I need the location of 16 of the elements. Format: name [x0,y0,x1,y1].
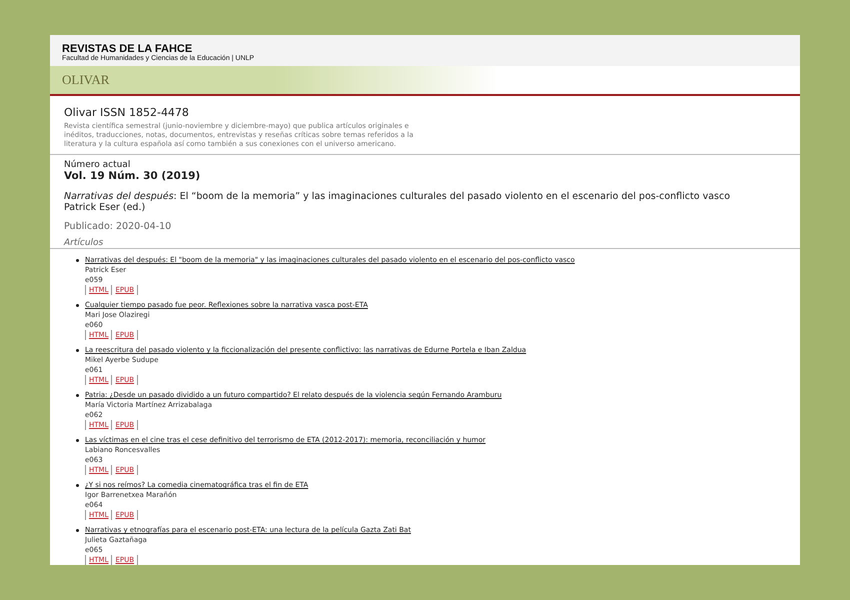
issue-editor: Patrick Eser (ed.) [64,202,146,213]
journal-title: Olivar ISSN 1852-4478 [64,106,189,119]
issue-theme: Narrativas del después: El “boom de la memoria” y las imaginaciones culturales del pasado violento en el escenario del pos-conflicto vasco [64,191,732,202]
section-title: Artículos [64,238,104,248]
publish-date: Publicado: 2020-04-10 [64,221,172,232]
bullet-icon [76,484,79,487]
bullet-icon [76,259,79,262]
bullet-icon [76,529,79,532]
site-title: REVISTAS DE LA FAHCE [62,43,192,55]
bullet-icon [76,349,79,352]
issue-label: Número actual [64,160,130,170]
bullet-icon [76,394,79,397]
bullet-icon [76,304,79,307]
bullet-icon [76,439,79,442]
journal-logo: OLIVAR [62,72,110,88]
issue-volume: Vol. 19 Núm. 30 (2019) [64,170,200,182]
